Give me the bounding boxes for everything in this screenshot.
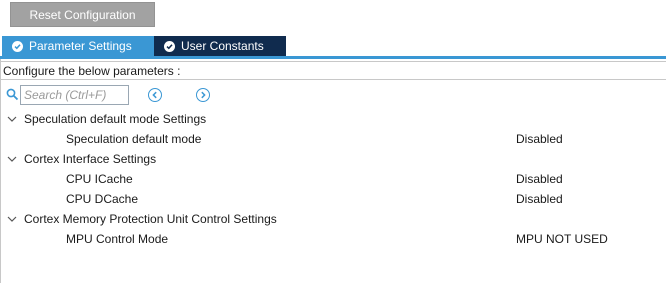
tab-label: Parameter Settings — [29, 39, 132, 53]
param-value[interactable]: Disabled — [516, 192, 563, 206]
param-name: Speculation default mode — [66, 132, 202, 146]
chevron-down-icon — [7, 216, 17, 222]
group-title: Speculation default mode Settings — [24, 112, 207, 126]
chevron-down-icon — [7, 116, 17, 122]
tab-label: User Constants — [181, 39, 264, 53]
group-cortex-mpu-control[interactable]: Cortex Memory Protection Unit Control Se… — [0, 209, 666, 229]
group-cortex-interface[interactable]: Cortex Interface Settings — [0, 149, 666, 169]
param-value[interactable]: Disabled — [516, 172, 563, 186]
chevron-left-icon — [152, 91, 157, 99]
group-title: Cortex Memory Protection Unit Control Se… — [24, 212, 277, 226]
search-next-button[interactable] — [196, 88, 210, 102]
search-icon — [6, 88, 19, 101]
tab-user-constants[interactable]: User Constants — [154, 36, 286, 56]
check-circle-icon — [12, 40, 23, 52]
group-speculation-default-mode[interactable]: Speculation default mode Settings — [0, 109, 666, 129]
search-input[interactable] — [20, 85, 129, 105]
param-value[interactable]: MPU NOT USED — [516, 232, 608, 246]
group-title: Cortex Interface Settings — [24, 152, 157, 166]
param-name: MPU Control Mode — [66, 232, 169, 246]
param-row-speculation-default-mode[interactable]: Speculation default mode Disabled — [0, 129, 666, 149]
configure-text: Configure the below parameters : — [3, 63, 181, 78]
chevron-right-icon — [201, 91, 206, 99]
param-name: CPU DCache — [66, 192, 139, 206]
chevron-down-icon — [7, 156, 17, 162]
param-row-cpu-icache[interactable]: CPU ICache Disabled — [0, 169, 666, 189]
check-circle-icon — [164, 40, 175, 52]
param-row-mpu-control-mode[interactable]: MPU Control Mode MPU NOT USED — [0, 229, 666, 249]
param-value[interactable]: Disabled — [516, 132, 563, 146]
param-name: CPU ICache — [66, 172, 133, 186]
tab-bar: Parameter Settings User Constants — [2, 36, 286, 56]
param-row-cpu-dcache[interactable]: CPU DCache Disabled — [0, 189, 666, 209]
search-previous-button[interactable] — [148, 88, 162, 102]
reset-configuration-button[interactable]: Reset Configuration — [10, 2, 155, 27]
configure-header: Configure the below parameters : — [1, 61, 666, 80]
tab-parameter-settings[interactable]: Parameter Settings — [2, 36, 154, 56]
